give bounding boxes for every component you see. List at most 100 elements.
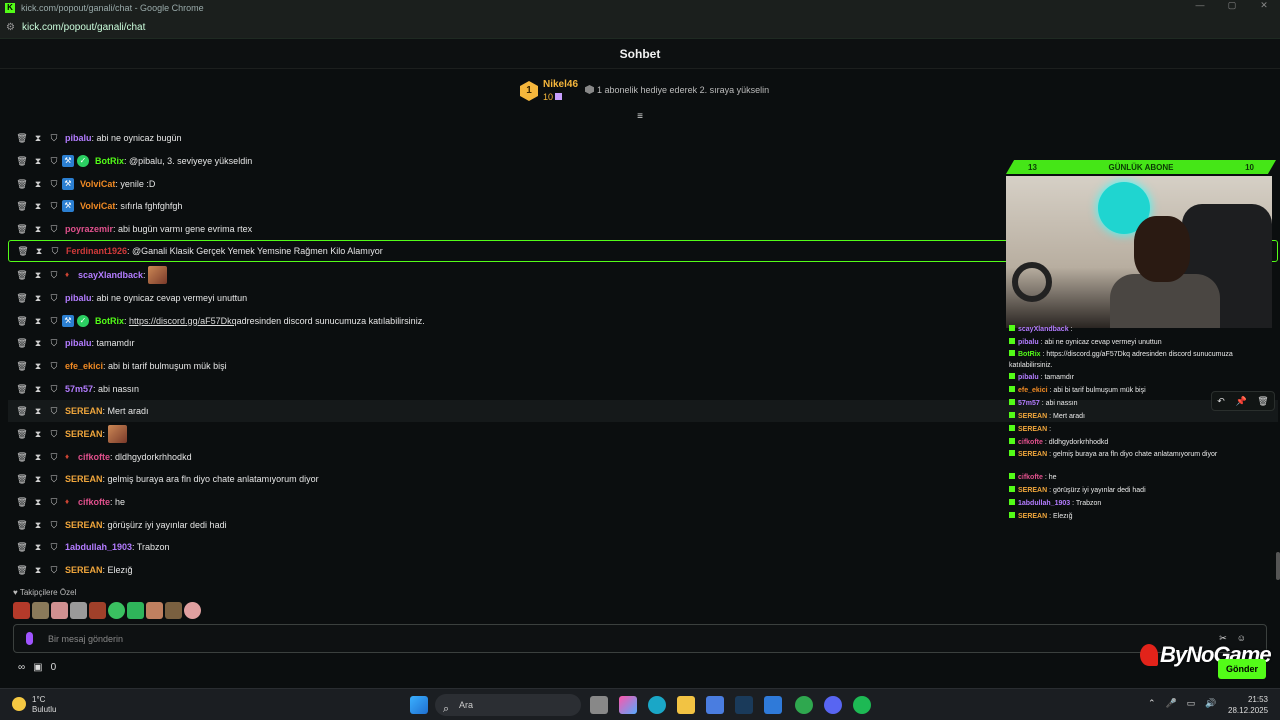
delete-message-icon[interactable]: 🗑 bbox=[14, 338, 30, 349]
timeout-icon[interactable]: ⧗ bbox=[30, 361, 46, 372]
timeout-icon[interactable]: ⧗ bbox=[30, 201, 46, 212]
emote-5[interactable] bbox=[89, 602, 106, 619]
promo-text[interactable]: 1 abonelik hediye ederek 2. sıraya yükse… bbox=[585, 85, 769, 95]
mic-tray-icon[interactable]: 🎤 bbox=[1166, 698, 1177, 709]
ban-shield-icon[interactable]: ⛉ bbox=[46, 406, 62, 417]
delete-message-icon[interactable]: 🗑 bbox=[15, 246, 31, 257]
chat-message[interactable]: 🗑 ⧗ ⛉ ⚒ VolviCat: sıfırla fghfghfgh bbox=[8, 195, 1006, 217]
spotify-icon[interactable] bbox=[853, 696, 871, 714]
username[interactable]: 57m57 bbox=[65, 384, 93, 394]
username[interactable]: cifkofte bbox=[78, 452, 110, 462]
infinity-icon[interactable]: ∞ bbox=[18, 662, 25, 673]
ban-shield-icon[interactable]: ⛉ bbox=[46, 338, 62, 349]
leader-name[interactable]: Nikel46 bbox=[543, 79, 578, 90]
emote-3[interactable] bbox=[51, 602, 68, 619]
timeout-icon[interactable]: ⧗ bbox=[30, 565, 46, 576]
chat-message[interactable]: 🗑 ⧗ ⛉ 1abdullah_1903: Trabzon bbox=[8, 536, 1006, 558]
timeout-icon[interactable]: ⧗ bbox=[30, 497, 46, 508]
scroll-down-icon[interactable]: ≡ bbox=[634, 112, 646, 122]
ban-shield-icon[interactable]: ⛉ bbox=[46, 133, 62, 144]
username[interactable]: SEREAN bbox=[65, 474, 103, 484]
ban-shield-icon[interactable]: ⛉ bbox=[46, 224, 62, 235]
delete-message-icon[interactable]: 🗑 bbox=[14, 497, 30, 508]
timeout-icon[interactable]: ⧗ bbox=[31, 246, 47, 257]
ban-shield-icon[interactable]: ⛉ bbox=[46, 429, 62, 440]
ban-shield-icon[interactable]: ⛉ bbox=[46, 201, 62, 212]
chat-message[interactable]: 🗑 ⧗ ⛉ ♦ cifkofte: dldhgydorkrhhodkd bbox=[8, 446, 1006, 468]
microphone-icon[interactable] bbox=[26, 632, 33, 645]
mail-icon[interactable] bbox=[764, 696, 782, 714]
timeout-icon[interactable]: ⧗ bbox=[30, 452, 46, 463]
store-icon[interactable] bbox=[706, 696, 724, 714]
timeout-icon[interactable]: ⧗ bbox=[30, 406, 46, 417]
username[interactable]: SEREAN bbox=[65, 520, 103, 530]
delete-message-icon[interactable]: 🗑 bbox=[14, 452, 30, 463]
emote-6[interactable] bbox=[108, 602, 125, 619]
delete-message-icon[interactable]: 🗑 bbox=[14, 179, 30, 190]
minimize-button[interactable]: — bbox=[1184, 0, 1216, 11]
discord-icon[interactable] bbox=[824, 696, 842, 714]
username[interactable]: cifkofte bbox=[78, 497, 110, 507]
chat-message[interactable]: 🗑 ⧗ ⛉ SEREAN: görüşürz iyi yayınlar dedi ha… bbox=[8, 514, 1006, 536]
delete-message-icon[interactable]: 🗑 bbox=[14, 384, 30, 395]
timeout-icon[interactable]: ⧗ bbox=[30, 384, 46, 395]
timeout-icon[interactable]: ⧗ bbox=[30, 316, 46, 327]
timeout-icon[interactable]: ⧗ bbox=[30, 179, 46, 190]
delete-message-icon[interactable]: 🗑 bbox=[14, 406, 30, 417]
ban-shield-icon[interactable]: ⛉ bbox=[46, 316, 62, 327]
ban-shield-icon[interactable]: ⛉ bbox=[47, 246, 63, 257]
gift-box-icon[interactable]: ▣ bbox=[33, 662, 42, 673]
chat-message[interactable]: 🗑 ⧗ ⛉ SEREAN: Elezığ bbox=[8, 559, 1006, 581]
username[interactable]: pibalu bbox=[65, 133, 92, 143]
emote-1[interactable] bbox=[13, 602, 30, 619]
timeout-icon[interactable]: ⧗ bbox=[30, 474, 46, 485]
username[interactable]: VolviCat bbox=[80, 179, 115, 189]
delete-message-icon[interactable]: 🗑 bbox=[14, 293, 30, 304]
username[interactable]: pibalu bbox=[65, 293, 92, 303]
delete-message-icon[interactable]: 🗑 bbox=[14, 156, 30, 167]
chat-message[interactable]: 🗑 ⧗ ⛉ ⚒ VolviCat: yenile :D bbox=[8, 173, 1006, 195]
emote-9[interactable] bbox=[165, 602, 182, 619]
delete-message-icon[interactable]: 🗑 bbox=[14, 316, 30, 327]
delete-message-icon[interactable]: 🗑 bbox=[14, 474, 30, 485]
username[interactable]: Ferdinant1926 bbox=[66, 246, 127, 256]
ban-shield-icon[interactable]: ⛉ bbox=[46, 179, 62, 190]
emote-10[interactable] bbox=[184, 602, 201, 619]
reply-icon[interactable]: ↶ bbox=[1217, 396, 1225, 407]
emote-8[interactable] bbox=[146, 602, 163, 619]
timeout-icon[interactable]: ⧗ bbox=[30, 542, 46, 553]
timeout-icon[interactable]: ⧗ bbox=[30, 224, 46, 235]
send-button[interactable]: Gönder bbox=[1218, 659, 1266, 679]
taskbar-search[interactable]: ⌕ Ara bbox=[435, 694, 581, 716]
chat-message[interactable]: 🗑 ⧗ ⛉ ♦ scayXlandback: bbox=[8, 264, 1006, 286]
delete-message-icon[interactable]: 🗑 bbox=[14, 133, 30, 144]
emote-7[interactable] bbox=[127, 602, 144, 619]
edge-icon[interactable] bbox=[648, 696, 666, 714]
ban-shield-icon[interactable]: ⛉ bbox=[46, 156, 62, 167]
ban-shield-icon[interactable]: ⛉ bbox=[46, 542, 62, 553]
username[interactable]: efe_ekici bbox=[65, 361, 103, 371]
username[interactable]: SEREAN bbox=[65, 406, 103, 416]
chat-message[interactable]: 🗑 ⧗ ⛉ SEREAN: bbox=[8, 423, 1006, 445]
task-view-icon[interactable] bbox=[590, 696, 608, 714]
ban-shield-icon[interactable]: ⛉ bbox=[46, 384, 62, 395]
username[interactable]: VolviCat bbox=[80, 201, 115, 211]
network-icon[interactable]: ▭ bbox=[1187, 698, 1196, 709]
timeout-icon[interactable]: ⧗ bbox=[30, 133, 46, 144]
timeout-icon[interactable]: ⧗ bbox=[30, 429, 46, 440]
pin-icon[interactable]: 📌 bbox=[1235, 396, 1246, 407]
chat-message[interactable]: 🗑 ⧗ ⛉ pibalu: tamamdır bbox=[8, 332, 1006, 354]
chat-message[interactable]: 🗑 ⧗ ⛉ ⚒ ✓ BotRix: @pibalu, 3. seviyeye yüksel… bbox=[8, 150, 1006, 172]
ban-shield-icon[interactable]: ⛉ bbox=[46, 497, 62, 508]
delete-message-icon[interactable]: 🗑 bbox=[14, 224, 30, 235]
ban-shield-icon[interactable]: ⛉ bbox=[46, 565, 62, 576]
scrollbar[interactable] bbox=[1276, 552, 1280, 580]
emote-4[interactable] bbox=[70, 602, 87, 619]
address-bar[interactable]: ⚙ kick.com/popout/ganali/chat bbox=[0, 16, 1280, 38]
chat-message[interactable]: 🗑 ⧗ ⛉ ♦ cifkofte: he bbox=[8, 491, 1006, 513]
chat-message[interactable]: 🗑 ⧗ ⛉ pibalu: abi ne oynicaz bugün bbox=[8, 127, 1006, 149]
message-link[interactable]: https://discord.gg/aF57Dkq bbox=[129, 316, 237, 326]
volume-icon[interactable]: 🔊 bbox=[1205, 698, 1216, 709]
clock[interactable]: 21:53 28.12.2025 bbox=[1228, 694, 1268, 716]
chat-message[interactable]: 🗑 ⧗ ⛉ ⚒ ✓ BotRix: https://discord.gg/aF57Dkq … bbox=[8, 310, 1006, 332]
